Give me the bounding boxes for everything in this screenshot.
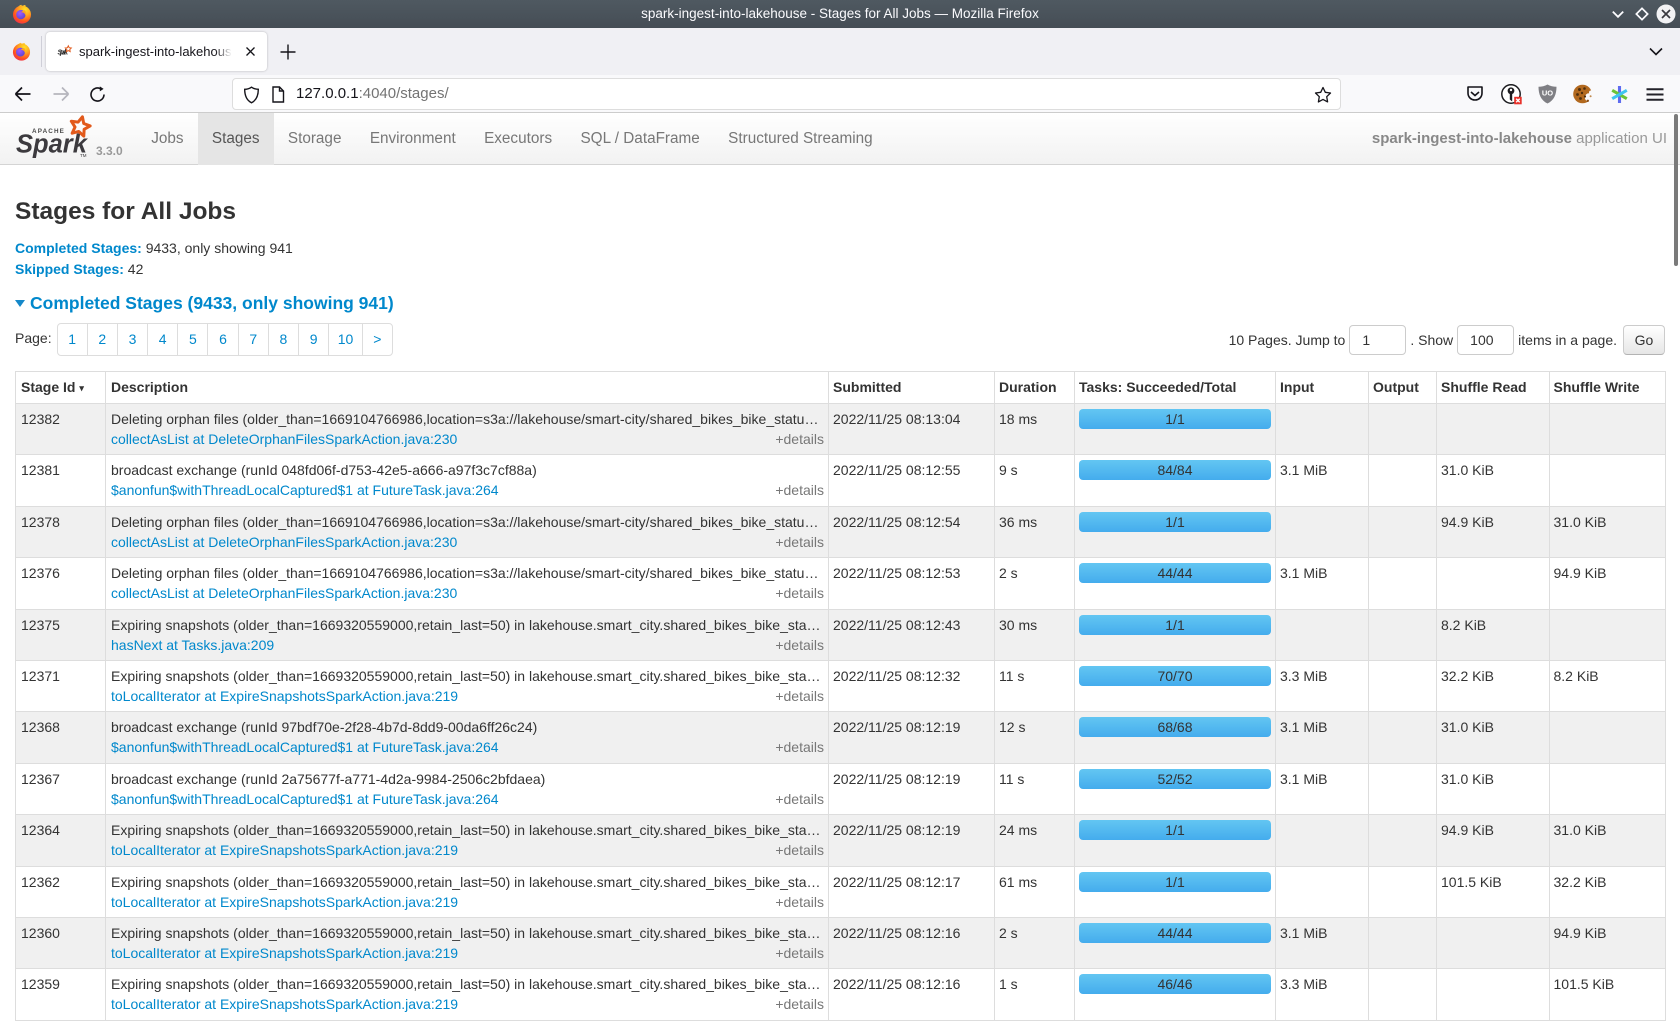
- svg-text:UO: UO: [1542, 89, 1553, 98]
- svg-text:TM: TM: [80, 153, 87, 158]
- svg-text:Spark: Spark: [16, 131, 89, 159]
